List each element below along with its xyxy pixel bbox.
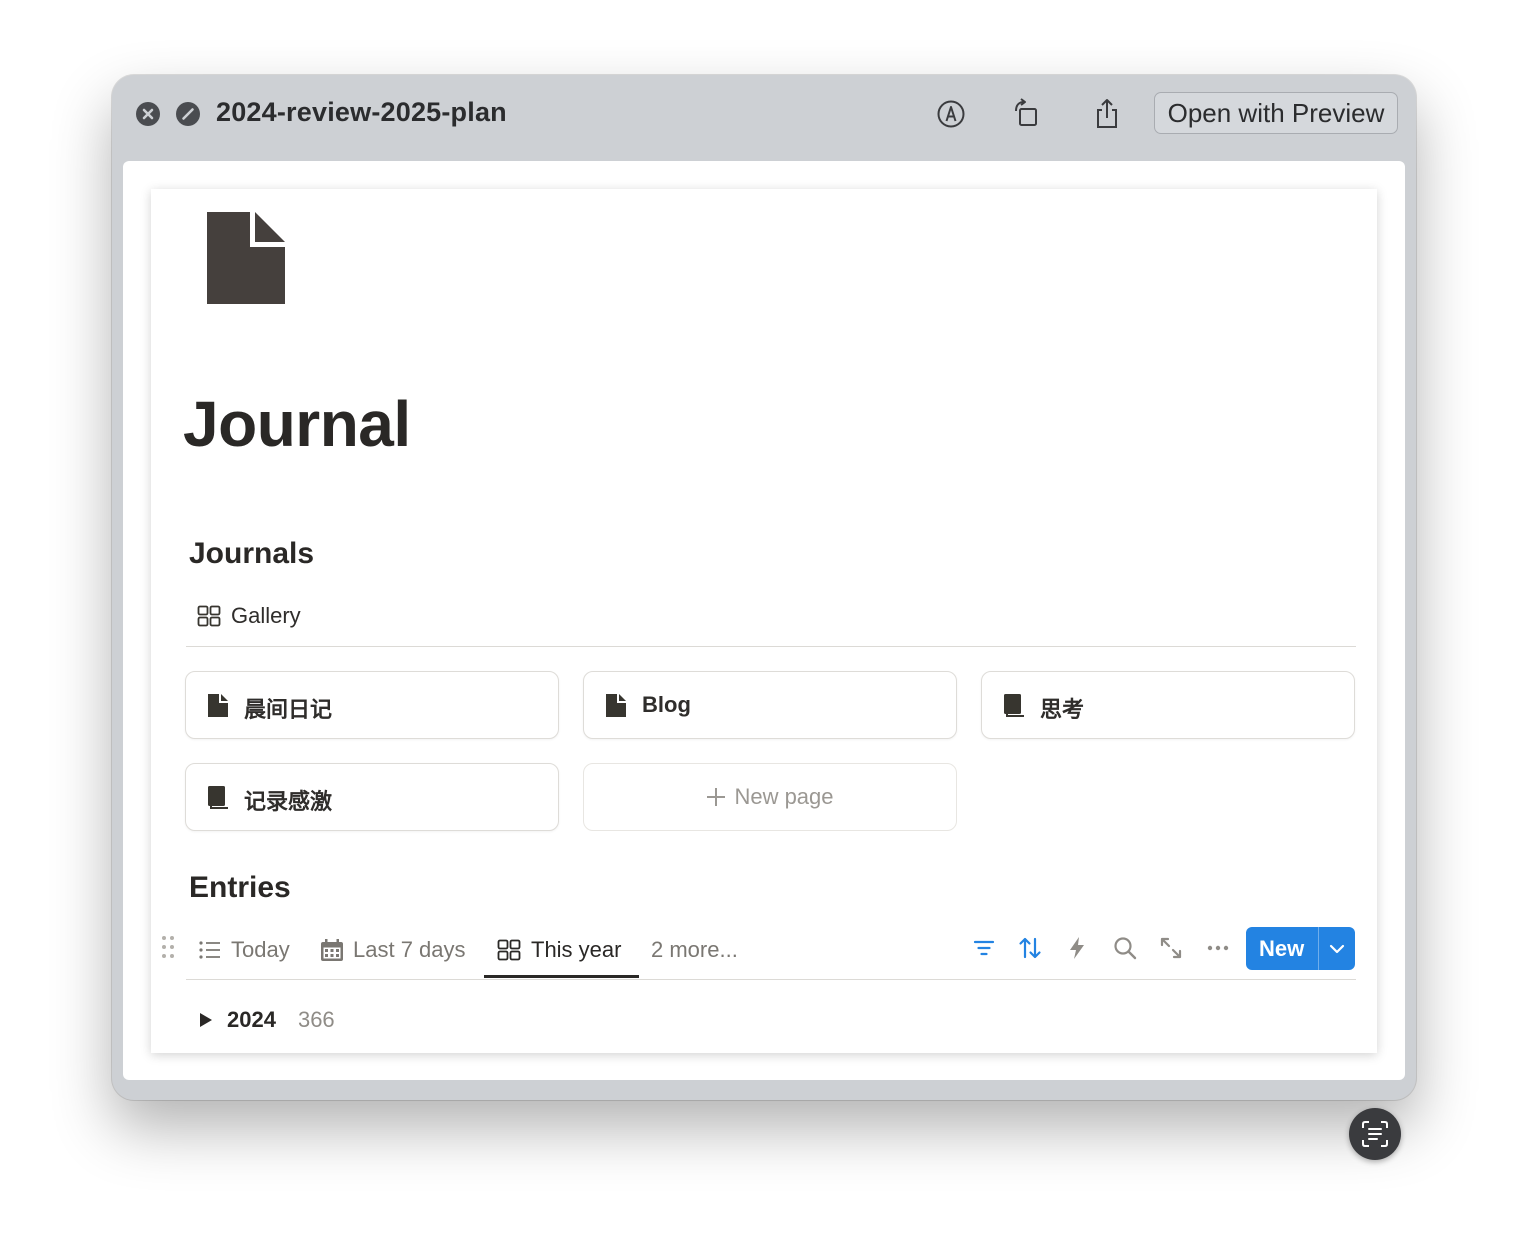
document-page[interactable]: Journal Journals Gallery 晨间日记 Blog 思考 记录… bbox=[151, 189, 1377, 1053]
close-icon[interactable] bbox=[136, 102, 160, 126]
gallery-card[interactable]: 记录感激 bbox=[185, 763, 559, 831]
card-title: 记录感激 bbox=[244, 789, 333, 814]
gallery-grid-icon bbox=[197, 605, 221, 627]
new-entry-button[interactable]: New bbox=[1246, 927, 1355, 970]
tab-today[interactable]: Today bbox=[199, 933, 290, 967]
tab-label: This year bbox=[531, 937, 622, 962]
card-title: 思考 bbox=[1040, 697, 1085, 722]
group-count: 366 bbox=[297, 1007, 335, 1032]
gallery-card[interactable]: Blog bbox=[583, 671, 957, 739]
tab-label: Today bbox=[231, 937, 290, 962]
notebook-icon bbox=[1004, 694, 1024, 717]
calendar-icon bbox=[321, 939, 343, 961]
gallery-view-tab[interactable]: Gallery bbox=[197, 601, 301, 631]
rotate-icon[interactable] bbox=[1010, 97, 1044, 131]
gallery-card[interactable]: 思考 bbox=[981, 671, 1355, 739]
title-bar: 2024-review-2025-plan Open with Preview bbox=[112, 75, 1416, 159]
plus-icon bbox=[707, 788, 726, 806]
share-icon[interactable] bbox=[1090, 97, 1124, 131]
document-icon bbox=[208, 694, 228, 717]
notebook-icon bbox=[208, 786, 228, 809]
new-page-button[interactable]: New page bbox=[584, 764, 956, 830]
journals-heading: Journals bbox=[189, 537, 315, 570]
live-text-button[interactable] bbox=[1349, 1108, 1401, 1160]
tab-more-views[interactable]: 2 more... bbox=[651, 933, 738, 967]
divider bbox=[186, 646, 1356, 647]
entries-heading: Entries bbox=[189, 871, 291, 904]
tab-label: 2 more... bbox=[651, 937, 738, 962]
gallery-grid-icon bbox=[497, 939, 521, 961]
open-with-preview-button[interactable]: Open with Preview bbox=[1154, 92, 1398, 134]
drag-handle-icon[interactable] bbox=[161, 935, 175, 964]
preview-window: 2024-review-2025-plan Open with Preview … bbox=[112, 75, 1416, 1160]
page-title: Journal bbox=[183, 388, 411, 460]
tab-label: Last 7 days bbox=[353, 937, 466, 962]
automation-icon[interactable] bbox=[1064, 935, 1090, 961]
filter-icon[interactable] bbox=[971, 935, 997, 961]
search-icon[interactable] bbox=[1112, 935, 1138, 961]
document-icon[interactable] bbox=[207, 212, 285, 309]
sort-icon[interactable] bbox=[1017, 935, 1043, 961]
card-title: Blog bbox=[642, 692, 691, 717]
document-icon bbox=[606, 694, 626, 717]
content-frame: Journal Journals Gallery 晨间日记 Blog 思考 记录… bbox=[123, 161, 1405, 1160]
card-title: 晨间日记 bbox=[244, 697, 333, 722]
new-page-label: New page bbox=[734, 784, 834, 809]
disabled-minimize-icon[interactable] bbox=[176, 102, 200, 126]
gallery-card[interactable]: 晨间日记 bbox=[185, 671, 559, 739]
button-separator bbox=[1318, 927, 1319, 970]
text-scan-icon bbox=[1362, 1121, 1388, 1147]
tab-last-7-days[interactable]: Last 7 days bbox=[321, 933, 466, 967]
tab-this-year[interactable]: This year bbox=[497, 933, 621, 967]
group-row-2024[interactable]: 2024 366 bbox=[199, 1005, 335, 1035]
divider bbox=[186, 979, 1356, 980]
gallery-view-label: Gallery bbox=[231, 603, 301, 628]
list-icon bbox=[199, 941, 220, 959]
window-title: 2024-review-2025-plan bbox=[216, 97, 507, 127]
expand-icon[interactable] bbox=[1158, 935, 1184, 961]
disclosure-triangle-icon[interactable] bbox=[199, 1012, 213, 1028]
active-tab-underline bbox=[484, 975, 639, 978]
new-button-label: New bbox=[1259, 936, 1305, 961]
more-icon[interactable] bbox=[1205, 935, 1231, 961]
markup-icon[interactable] bbox=[934, 97, 968, 131]
group-label: 2024 bbox=[227, 1007, 276, 1032]
chevron-down-icon[interactable] bbox=[1328, 940, 1346, 958]
new-page-card[interactable]: New page bbox=[583, 763, 957, 831]
